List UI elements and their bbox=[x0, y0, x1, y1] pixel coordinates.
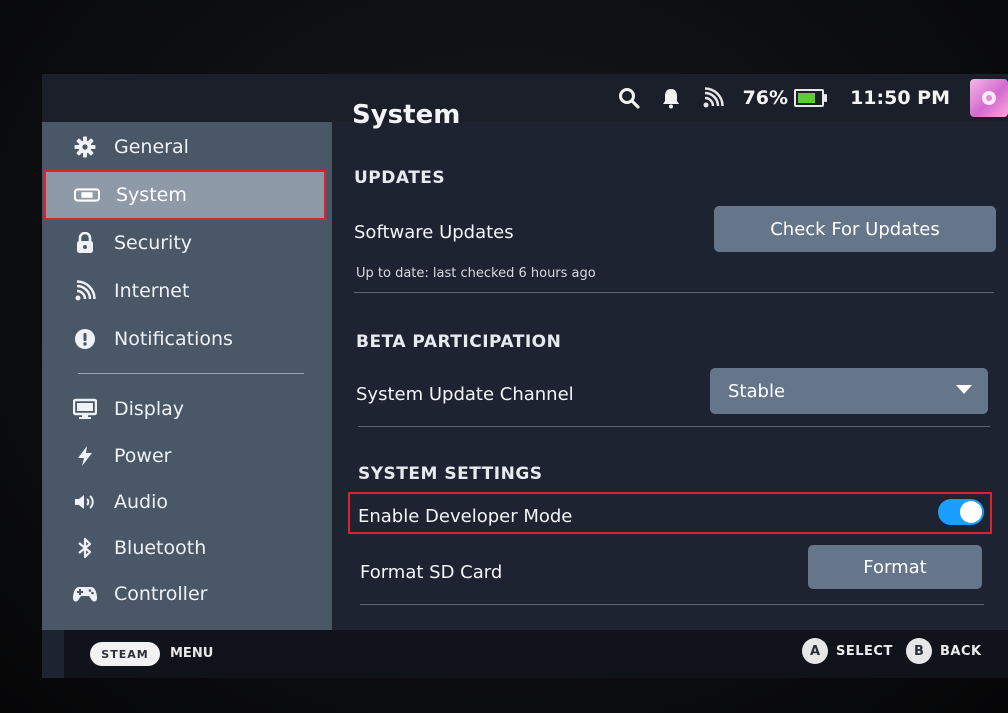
bolt-icon bbox=[72, 443, 98, 469]
speaker-icon bbox=[72, 489, 98, 515]
alert-icon bbox=[72, 326, 98, 352]
settings-content: System UPDATES Software Updates Up to da… bbox=[340, 100, 1004, 630]
sidebar-item-system[interactable]: System bbox=[44, 172, 326, 218]
monitor-icon bbox=[72, 396, 98, 422]
sidebar-item-label: General bbox=[114, 136, 189, 158]
chevron-down-icon bbox=[956, 385, 972, 394]
bluetooth-icon bbox=[72, 535, 98, 561]
developer-mode-toggle[interactable] bbox=[938, 499, 984, 525]
gamepad-icon bbox=[72, 581, 98, 607]
separator bbox=[354, 292, 994, 293]
wifi-icon bbox=[72, 278, 98, 304]
system-icon bbox=[74, 182, 100, 208]
sidebar-item-bluetooth[interactable]: Bluetooth bbox=[44, 525, 326, 571]
separator bbox=[358, 426, 990, 427]
sidebar-item-label: Power bbox=[114, 445, 172, 467]
sidebar-item-label: Controller bbox=[114, 583, 208, 605]
steam-button[interactable]: STEAM bbox=[90, 642, 160, 666]
select-hint[interactable]: A SELECT bbox=[802, 638, 893, 664]
update-status-text: Up to date: last checked 6 hours ago bbox=[356, 266, 596, 281]
settings-sidebar: General System Security Internet Notific… bbox=[42, 122, 332, 630]
sidebar-item-label: Audio bbox=[114, 491, 169, 513]
developer-mode-label: Enable Developer Mode bbox=[358, 506, 573, 527]
battery-percent: 76% bbox=[742, 87, 789, 109]
sidebar-item-audio[interactable]: Audio bbox=[44, 479, 326, 525]
clock: 11:50 PM bbox=[850, 87, 950, 109]
wifi-icon[interactable] bbox=[701, 86, 725, 110]
steam-deck-screen: 76% 11:50 PM General System Security Int… bbox=[42, 74, 1008, 678]
select-label: SELECT bbox=[836, 643, 893, 659]
section-header-system-settings: SYSTEM SETTINGS bbox=[358, 464, 543, 484]
page-title: System bbox=[352, 100, 461, 130]
search-icon[interactable] bbox=[617, 86, 641, 110]
sidebar-item-internet[interactable]: Internet bbox=[44, 268, 326, 314]
section-header-updates: UPDATES bbox=[354, 168, 446, 188]
sidebar-item-controller[interactable]: Controller bbox=[44, 571, 326, 617]
sidebar-item-general[interactable]: General bbox=[44, 124, 326, 170]
sidebar-item-display[interactable]: Display bbox=[44, 386, 326, 432]
battery-icon bbox=[794, 89, 828, 107]
sidebar-item-notifications[interactable]: Notifications bbox=[44, 316, 326, 362]
sidebar-item-label: Bluetooth bbox=[114, 537, 207, 559]
battery-level-fill bbox=[798, 93, 815, 103]
sidebar-item-label: Security bbox=[114, 232, 193, 254]
update-channel-dropdown[interactable]: Stable bbox=[710, 368, 988, 414]
separator bbox=[360, 604, 984, 605]
menu-label: MENU bbox=[170, 646, 214, 661]
gear-icon bbox=[72, 134, 98, 160]
sidebar-item-label: System bbox=[116, 184, 187, 206]
bell-icon[interactable] bbox=[659, 86, 683, 110]
nav-divider bbox=[78, 373, 304, 374]
update-channel-label: System Update Channel bbox=[356, 384, 574, 405]
sidebar-item-power[interactable]: Power bbox=[44, 433, 326, 479]
sidebar-item-security[interactable]: Security bbox=[44, 220, 326, 266]
back-hint[interactable]: B BACK bbox=[906, 638, 982, 664]
sidebar-item-label: Notifications bbox=[114, 328, 233, 350]
section-header-beta: BETA PARTICIPATION bbox=[356, 332, 562, 352]
sidebar-item-label: Display bbox=[114, 398, 185, 420]
a-button-icon: A bbox=[802, 638, 828, 664]
format-sd-label: Format SD Card bbox=[360, 562, 503, 583]
toggle-knob bbox=[960, 501, 982, 523]
back-label: BACK bbox=[940, 643, 982, 659]
lock-icon bbox=[72, 230, 98, 256]
software-updates-label: Software Updates bbox=[354, 222, 514, 243]
footer-bar: STEAM MENU A SELECT B BACK bbox=[64, 630, 1008, 678]
update-channel-value: Stable bbox=[728, 380, 786, 402]
check-for-updates-button[interactable]: Check For Updates bbox=[714, 206, 996, 252]
sidebar-item-label: Internet bbox=[114, 280, 190, 302]
settings-nav: General System Security Internet Notific… bbox=[42, 122, 332, 630]
format-button[interactable]: Format bbox=[808, 545, 982, 589]
b-button-icon: B bbox=[906, 638, 932, 664]
